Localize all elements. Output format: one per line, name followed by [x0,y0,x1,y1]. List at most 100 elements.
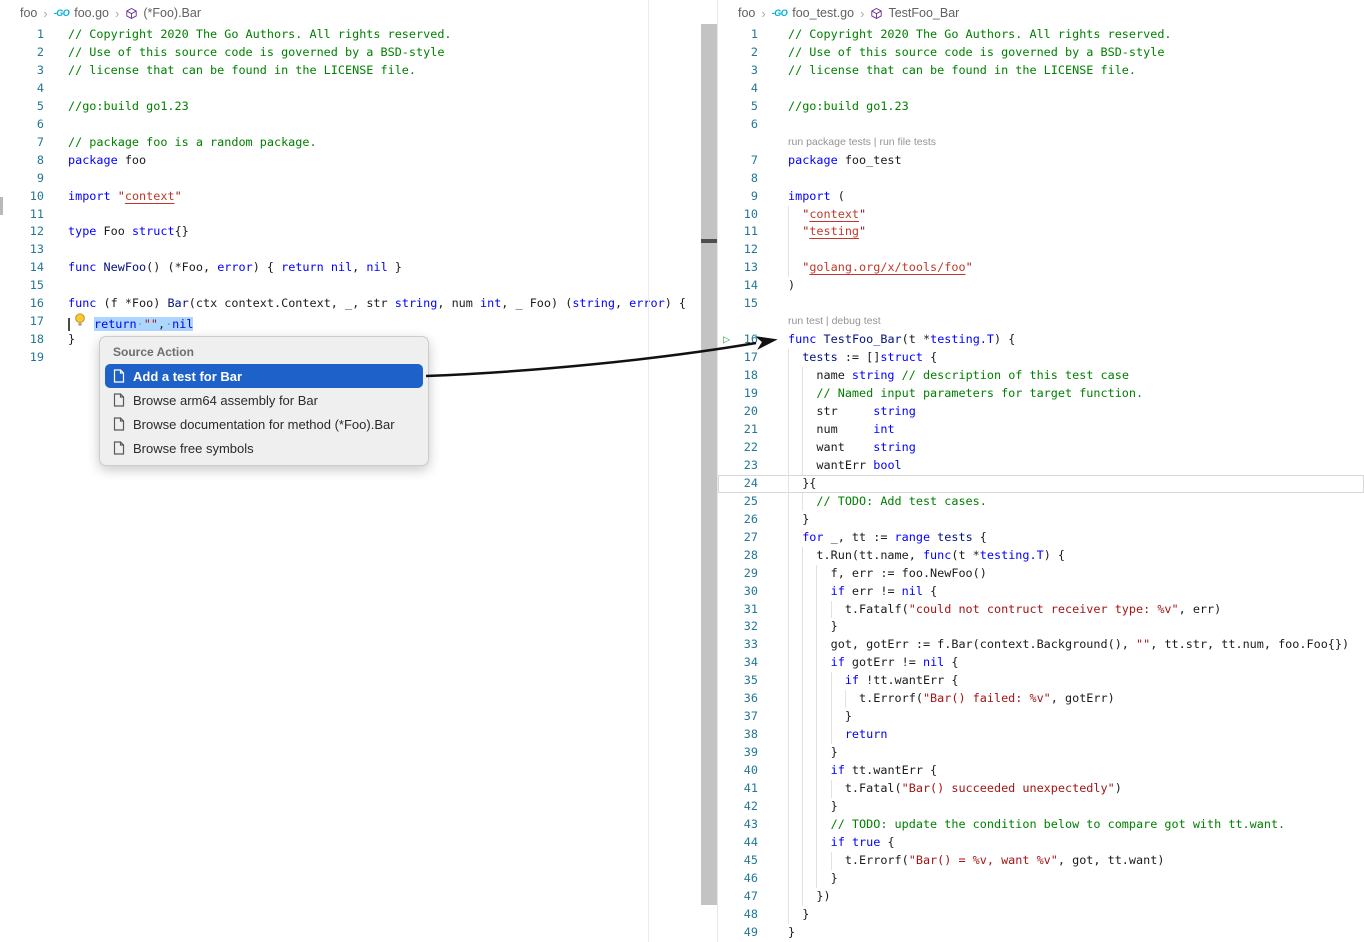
code-line[interactable]: 1// Copyright 2020 The Go Authors. All r… [718,26,1364,44]
editor-pane-foo-test-go[interactable]: foo›foo_test.go›TestFoo_Bar 1// Copyrigh… [717,0,1364,942]
code-line[interactable]: 13"golang.org/x/tools/foo" [718,259,1364,277]
code-line[interactable]: 1// Copyright 2020 The Go Authors. All r… [0,26,701,44]
breadcrumb-item[interactable]: foo [738,6,755,20]
code-line[interactable]: 29f, err := foo.NewFoo() [718,565,1364,583]
menu-item-browse-free-symbols[interactable]: Browse free symbols [105,436,423,460]
code-line[interactable]: 37} [718,708,1364,726]
code-line[interactable]: 21num int [718,421,1364,439]
menu-item-browse-arm64-assembly-for-bar[interactable]: Browse arm64 assembly for Bar [105,388,423,412]
code-line[interactable]: 36t.Errorf("Bar() failed: %v", gotErr) [718,690,1364,708]
run-test-gutter-icon[interactable]: ▷ [723,331,730,349]
line-number: 16 [0,295,44,313]
codelens-row[interactable]: run package tests | run file tests [718,134,1364,152]
code-line[interactable]: 49} [718,924,1364,942]
code-line[interactable]: 15 [718,295,1364,313]
code-line[interactable]: 5//go:build go1.23 [0,98,701,116]
code-line[interactable]: 19// Named input parameters for target f… [718,385,1364,403]
code-line[interactable]: 25// TODO: Add test cases. [718,493,1364,511]
code-line[interactable]: 43// TODO: update the condition below to… [718,816,1364,834]
code-line[interactable]: 23wantErr bool [718,457,1364,475]
code-line[interactable]: 2// Use of this source code is governed … [0,44,701,62]
lightbulb-icon[interactable] [74,313,86,331]
code-line[interactable]: 3// license that can be found in the LIC… [0,62,701,80]
code-line[interactable]: 17tests := []struct { [718,349,1364,367]
breadcrumb-item[interactable]: foo [20,6,37,20]
token: , [615,296,629,310]
code-line[interactable]: 13 [0,241,701,259]
codelens-row[interactable]: run test | debug test [718,313,1364,331]
code-line[interactable]: 34if gotErr != nil { [718,654,1364,672]
code-line[interactable]: 35if !tt.wantErr { [718,672,1364,690]
column-ruler [648,0,649,942]
code-line[interactable]: 42} [718,798,1364,816]
indent-guide [788,439,802,457]
menu-item-add-a-test-for-bar[interactable]: Add a test for Bar [105,364,423,388]
code-area[interactable]: 1// Copyright 2020 The Go Authors. All r… [0,26,701,367]
code-line[interactable]: ▷16func TestFoo_Bar(t *testing.T) { [718,331,1364,349]
indent-guide [816,798,830,816]
code-line[interactable]: 9import ( [718,188,1364,206]
line-text: } [758,906,809,924]
code-line[interactable]: 24}{ [718,475,1364,493]
code-line[interactable]: 18name string // description of this tes… [718,367,1364,385]
code-line[interactable]: 2// Use of this source code is governed … [718,44,1364,62]
line-text: } [758,870,838,888]
code-line[interactable]: 4 [0,80,701,98]
code-line[interactable]: 16func (f *Foo) Bar(ctx context.Context,… [0,295,701,313]
code-line[interactable]: 10"context" [718,206,1364,224]
code-line[interactable]: 27for _, tt := range tests { [718,529,1364,547]
code-line[interactable]: 28t.Run(tt.name, func(t *testing.T) { [718,547,1364,565]
indent-guide [802,834,816,852]
breadcrumb-item[interactable]: TestFoo_Bar [888,6,959,20]
code-area[interactable]: 1// Copyright 2020 The Go Authors. All r… [718,26,1364,942]
code-line[interactable]: 22want string [718,439,1364,457]
line-text: if !tt.wantErr { [758,672,958,690]
code-line[interactable]: 33got, gotErr := f.Bar(context.Backgroun… [718,636,1364,654]
token: nil [331,260,352,274]
token: //go:build go1.23 [788,99,909,113]
code-line[interactable]: 14func NewFoo() (*Foo, error) { return n… [0,259,701,277]
breadcrumb-item[interactable]: (*Foo).Bar [143,6,201,20]
code-line[interactable]: 30if err != nil { [718,583,1364,601]
code-line[interactable]: 40if tt.wantErr { [718,762,1364,780]
code-line[interactable]: 17return·"",·nil [0,313,701,331]
code-line[interactable]: 44if true { [718,834,1364,852]
code-line[interactable]: 48} [718,906,1364,924]
code-line[interactable]: 9 [0,170,701,188]
text-cursor [68,318,70,331]
code-line[interactable]: 41t.Fatal("Bar() succeeded unexpectedly"… [718,780,1364,798]
code-line[interactable]: 14) [718,277,1364,295]
code-line[interactable]: 12 [718,241,1364,259]
code-line[interactable]: 11 [0,206,701,224]
code-line[interactable]: 8package foo [0,152,701,170]
code-line[interactable]: 46} [718,870,1364,888]
code-line[interactable]: 12type Foo struct{} [0,223,701,241]
code-line[interactable]: 3// license that can be found in the LIC… [718,62,1364,80]
breadcrumb-item[interactable]: foo_test.go [792,6,854,20]
code-line[interactable]: 4 [718,80,1364,98]
code-line[interactable]: 11"testing" [718,223,1364,241]
code-line[interactable]: 7// package foo is a random package. [0,134,701,152]
code-line[interactable]: 38return [718,726,1364,744]
code-line[interactable]: 6 [0,116,701,134]
breadcrumb-item[interactable]: foo.go [74,6,109,20]
line-number: 11 [718,223,758,241]
code-line[interactable]: 5//go:build go1.23 [718,98,1364,116]
code-line[interactable]: 45t.Errorf("Bar() = %v, want %v", got, t… [718,852,1364,870]
code-line[interactable]: 31t.Fatalf("could not contruct receiver … [718,601,1364,619]
code-line[interactable]: 39} [718,744,1364,762]
menu-item-browse-documentation-for-method-foo-bar[interactable]: Browse documentation for method (*Foo).B… [105,412,423,436]
code-line[interactable]: 32} [718,618,1364,636]
code-line[interactable]: 8 [718,170,1364,188]
code-line[interactable]: 20str string [718,403,1364,421]
code-line[interactable]: 47}) [718,888,1364,906]
token: nil [366,260,387,274]
code-line[interactable]: 26} [718,511,1364,529]
code-line[interactable]: 10import "context" [0,188,701,206]
code-line[interactable]: 7package foo_test [718,152,1364,170]
editor-pane-foo-go[interactable]: foo›foo.go›(*Foo).Bar 1// Copyright 2020… [0,0,701,942]
indent-guide [802,565,816,583]
code-line[interactable]: 15 [0,277,701,295]
editor-group-sash[interactable] [701,24,717,905]
code-line[interactable]: 6 [718,116,1364,134]
